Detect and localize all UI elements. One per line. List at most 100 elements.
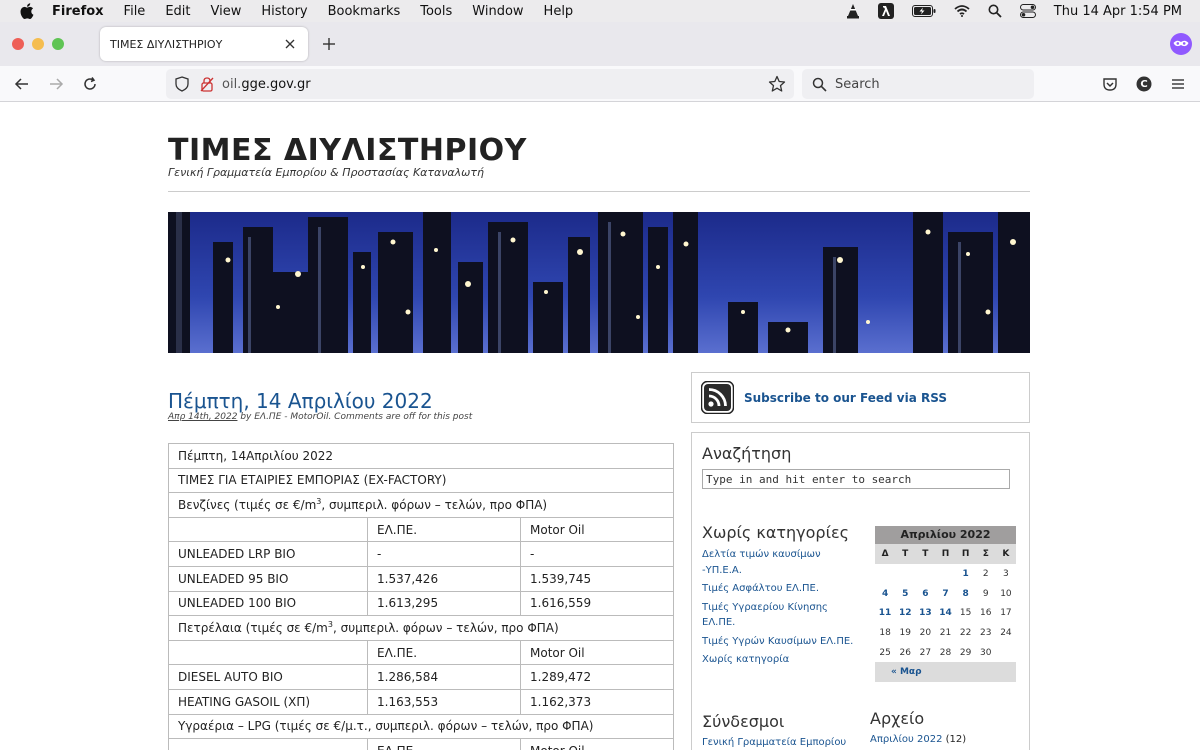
table-header-elpe: ΕΛ.ΠΕ. (367, 516, 521, 543)
category-link[interactable]: Χωρίς κατηγορία (702, 652, 857, 668)
menu-window[interactable]: Window (472, 4, 523, 19)
table-header-motoroil: Motor Oil (520, 738, 674, 750)
calendar-day[interactable]: 1 (956, 564, 976, 584)
calendar-day[interactable]: 7 (935, 584, 955, 604)
calendar-day[interactable]: 14 (935, 603, 955, 623)
window-zoom-button[interactable] (52, 38, 64, 50)
clock-datetime[interactable]: Thu 14 Apr 1:54 PM (1054, 4, 1182, 19)
calendar-prev-link[interactable]: « Μαρ (875, 662, 1016, 683)
links-list: Γενική Γραμματεία Εμπορίου (702, 737, 846, 748)
profile-initial: C (1140, 78, 1148, 90)
table-section-lpg: Υγραέρια – LPG (τιμές σε €/μ.τ., συμπερι… (168, 713, 674, 740)
web-search-bar[interactable]: Search (802, 69, 1034, 99)
table-section-gasoline: Βενζίνες (τιμές σε €/m3, συμπεριλ. φόρων… (168, 492, 674, 518)
vlc-icon[interactable] (846, 3, 860, 19)
menu-edit[interactable]: Edit (165, 4, 190, 19)
menu-app-firefox[interactable]: Firefox (52, 4, 104, 19)
category-link[interactable]: Τιμές Ασφάλτου ΕΛ.ΠΕ. (702, 581, 857, 597)
calendar-week-row: 18 19 20 21 22 23 24 (875, 623, 1016, 643)
calendar-day[interactable]: 5 (895, 584, 915, 604)
table-cell (168, 516, 368, 543)
calendar-day[interactable]: 4 (875, 584, 895, 604)
calendar-empty-day (895, 564, 915, 584)
table-row: ΕΛ.ΠΕ.Motor Oil (168, 738, 674, 750)
calendar-empty-day (935, 564, 955, 584)
rss-feed-icon[interactable] (700, 380, 735, 415)
menu-file[interactable]: File (124, 4, 146, 19)
rss-widget: Subscribe to our Feed via RSS (691, 372, 1030, 423)
table-row: Υγραέρια – LPG (τιμές σε €/μ.τ., συμπερι… (168, 713, 674, 740)
table-cell-value: - (520, 541, 674, 567)
pocket-icon[interactable] (1101, 75, 1119, 93)
table-cell-heading: ΤΙΜΕΣ ΓΙΑ ΕΤΑΙΡΙΕΣ ΕΜΠΟΡΙΑΣ (EX-FACTORY) (168, 467, 674, 494)
table-row: HEATING GASOIL (ΧΠ) 1.163,553 1.162,373 (168, 688, 674, 715)
table-row: ΕΛ.ΠΕ.Motor Oil (168, 516, 674, 543)
hamburger-menu-icon[interactable] (1169, 75, 1187, 93)
calendar-day: 21 (939, 627, 952, 638)
wifi-icon[interactable] (954, 5, 970, 17)
battery-icon[interactable] (911, 5, 936, 17)
control-center-icon[interactable] (1019, 4, 1036, 18)
menu-view[interactable]: View (211, 4, 242, 19)
rss-subscribe-link[interactable]: Subscribe to our Feed via RSS (744, 391, 947, 405)
url-text[interactable]: oil.gge.gov.gr (222, 77, 768, 92)
table-cell-value: 1.162,373 (520, 688, 674, 715)
calendar-day: 22 (959, 627, 972, 638)
table-cell (168, 639, 368, 666)
site-title[interactable]: ΤΙΜΕΣ ΔΙΥΛΙΣΤΗΡΙΟΥ (168, 133, 527, 168)
post-title-link[interactable]: Πέμπτη, 14 Απριλίου 2022 (168, 389, 433, 413)
section-text: , συμπεριλ. φόρων – τελών, προ ΦΠΑ) (332, 620, 559, 635)
menu-help[interactable]: Help (544, 4, 574, 19)
menu-bookmarks[interactable]: Bookmarks (328, 4, 401, 19)
browser-navbar: oil.gge.gov.gr Search C (0, 66, 1200, 102)
table-row: Πετρέλαια (τιμές σε €/m3, συμπεριλ. φόρω… (168, 615, 674, 641)
calendar-day[interactable]: 6 (915, 584, 935, 604)
post-date: Απρ 14th, 2022 (168, 412, 238, 422)
table-row: ΕΛ.ΠΕ.Motor Oil (168, 639, 674, 666)
calendar-day: 24 (1000, 627, 1012, 638)
web-page: ΤΙΜΕΣ ΔΙΥΛΙΣΤΗΡΙΟΥ Γενική Γραμματεία Εμπ… (0, 103, 1200, 750)
category-link[interactable]: Δελτία τιμών καυσίμων -ΥΠ.Ε.Α. (702, 547, 857, 578)
private-browsing-icon[interactable] (1170, 33, 1192, 55)
calendar-day[interactable]: 11 (875, 603, 895, 623)
tracking-protection-shield-icon[interactable] (174, 76, 190, 92)
calendar-day[interactable]: 13 (915, 603, 935, 623)
section-text: Βενζίνες (τιμές σε €/m (178, 497, 317, 512)
calendar-week-row: 25 26 27 28 29 30 (875, 643, 1016, 663)
lambda-icon[interactable] (877, 3, 894, 19)
archive-heading: Αρχείο (870, 709, 925, 728)
table-cell-value: 1.286,584 (367, 664, 521, 690)
calendar-day[interactable]: 8 (956, 584, 976, 604)
calendar-day: 29 (959, 647, 972, 658)
table-row: UNLEADED LRP BIO - - (168, 541, 674, 567)
back-arrow-icon[interactable] (13, 75, 31, 93)
price-table: Πέμπτη, 14Απριλίου 2022 ΤΙΜΕΣ ΓΙΑ ΕΤΑΙΡΙ… (168, 443, 674, 750)
table-cell-value: 1.539,745 (520, 565, 674, 592)
window-minimize-button[interactable] (32, 38, 44, 50)
bookmark-star-icon[interactable] (768, 75, 786, 93)
url-bar[interactable]: oil.gge.gov.gr (166, 69, 794, 99)
archive-month-link[interactable]: Απριλίου 2022 (870, 734, 942, 745)
new-tab-icon[interactable] (320, 35, 338, 53)
calendar-body: 1 2 3 4 5 6 7 8 9 10 11 12 13 14 15 16 17 18 19 20 21 22 23 24 2… (875, 564, 1016, 662)
menu-history[interactable]: History (261, 4, 307, 19)
spotlight-search-icon[interactable] (988, 4, 1002, 18)
search-heading: Αναζήτηση (702, 444, 792, 463)
menu-tools[interactable]: Tools (420, 4, 452, 19)
calendar-day: 20 (919, 627, 932, 638)
external-link[interactable]: Γενική Γραμματεία Εμπορίου (702, 737, 846, 748)
site-search-input[interactable] (702, 469, 1010, 489)
apple-icon[interactable] (20, 3, 34, 19)
calendar-day: 17 (1000, 608, 1012, 619)
calendar-weekday: Δ (875, 544, 896, 564)
window-close-button[interactable] (12, 38, 24, 50)
table-header-elpe: ΕΛ.ΠΕ. (367, 639, 521, 666)
forward-arrow-icon[interactable] (47, 75, 65, 93)
insecure-lock-icon[interactable] (200, 76, 214, 92)
tab-close-icon[interactable] (282, 36, 298, 52)
category-link[interactable]: Τιμές Υγραερίου Κίνησης ΕΛ.ΠΕ. (702, 600, 857, 631)
reload-icon[interactable] (81, 75, 99, 93)
browser-tab-active[interactable]: ΤΙΜΕΣ ΔΙΥΛΙΣΤΗΡΙΟΥ (100, 27, 308, 61)
calendar-day[interactable]: 12 (895, 603, 915, 623)
category-link[interactable]: Τιμές Υγρών Καυσίμων ΕΛ.ΠΕ. (702, 634, 857, 650)
